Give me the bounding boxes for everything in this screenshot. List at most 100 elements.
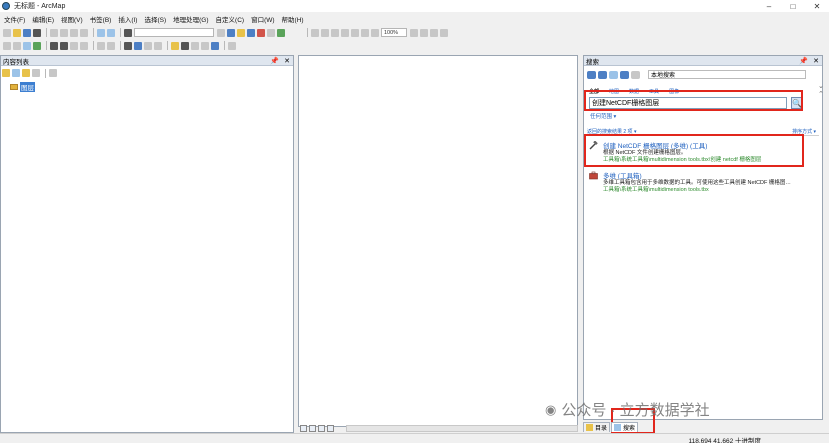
go-to-xy-icon[interactable] [201,41,209,50]
fixed-zoom-out-icon[interactable] [60,41,68,50]
paste-icon[interactable] [70,28,78,37]
clear-selection-icon[interactable] [107,41,115,50]
menu-insert[interactable]: 插入(I) [118,14,137,24]
python-window-icon[interactable] [267,28,275,37]
layout-zoom-in-icon[interactable] [311,28,319,37]
layout-full-extent-icon[interactable] [341,28,349,37]
menu-view[interactable]: 视图(V) [61,14,83,24]
editor-toolbar-icon[interactable] [217,28,225,37]
find-route-icon[interactable] [191,41,199,50]
next-extent-icon[interactable] [80,41,88,50]
fixed-zoom-in-icon[interactable] [50,41,58,50]
pause-drawing-icon[interactable] [327,424,334,432]
measure-icon[interactable] [171,41,179,50]
minimize-button[interactable]: – [757,0,781,12]
undo-icon[interactable] [97,28,105,37]
full-extent-icon[interactable] [33,41,41,50]
catalog-window-icon[interactable] [237,28,245,37]
search-options-icon[interactable] [631,70,640,79]
find-icon[interactable] [181,41,189,50]
scroll-up-icon[interactable]: ⌄ [818,82,826,90]
list-by-selection-icon[interactable] [32,69,40,77]
tab-search[interactable]: 搜索 [611,422,639,432]
layers-node[interactable]: 图层 [10,82,35,92]
pin-icon[interactable]: 📌 [270,57,279,65]
menu-selection[interactable]: 选择(S) [144,14,166,24]
list-by-source-icon[interactable] [12,69,20,77]
close-icon[interactable]: ✕ [813,57,819,65]
back-arrow-icon[interactable] [587,70,596,79]
horizontal-scrollbar[interactable] [346,424,578,432]
html-popup-icon[interactable] [154,41,162,50]
zoom-in-icon[interactable] [3,41,11,50]
close-button[interactable]: ✕ [805,0,829,12]
cut-icon[interactable] [50,28,58,37]
arcmap-app-icon [2,2,10,10]
zoom-out-icon[interactable] [13,41,21,50]
refresh-icon[interactable] [620,70,629,79]
layout-pan-icon[interactable] [331,28,339,37]
scope-link[interactable]: 任何范围 ▾ [590,112,616,120]
list-by-visibility-icon[interactable] [22,69,30,77]
tab-catalog[interactable]: 目录 [583,422,611,432]
menu-file[interactable]: 文件(F) [4,14,25,24]
delete-icon[interactable] [80,28,88,37]
layout-fixed-zoom-icon[interactable] [351,28,359,37]
toc-options-icon[interactable] [49,69,57,77]
menu-edit[interactable]: 编辑(E) [32,14,54,24]
scroll-up-arrow-icon[interactable]: ⌃ [818,90,826,98]
menu-help[interactable]: 帮助(H) [282,14,304,24]
layers-folder-icon [10,84,18,90]
menu-windows[interactable]: 窗口(W) [251,14,274,24]
print-icon[interactable] [33,28,41,37]
data-view-icon[interactable] [300,424,307,432]
menu-geoprocessing[interactable]: 地理处理(G) [173,14,208,24]
layout-zoom-out-icon[interactable] [321,28,329,37]
layout-view-icon[interactable] [309,424,316,432]
arctoolbox-icon[interactable] [257,28,265,37]
toolbar-separator [46,28,47,37]
list-by-drawing-order-icon[interactable] [2,69,10,77]
previous-extent-icon[interactable] [70,41,78,50]
search-window-icon[interactable] [247,28,255,37]
hyperlink-icon[interactable] [144,41,152,50]
new-document-icon[interactable] [3,28,11,37]
open-folder-icon[interactable] [13,28,21,37]
select-elements-icon[interactable] [124,41,132,50]
catalog-icon [586,424,593,431]
save-icon[interactable] [23,28,31,37]
add-data-icon[interactable] [124,28,132,37]
create-viewer-icon[interactable] [228,41,236,50]
data-driven-pages-icon[interactable] [440,28,448,37]
copy-icon[interactable] [60,28,68,37]
local-search-combo[interactable]: 本地搜索 [648,70,806,79]
toc-window-icon[interactable] [227,28,235,37]
select-features-icon[interactable] [97,41,105,50]
search-vertical-scrollbar[interactable]: ⌄ ⌃ [818,82,826,412]
pin-icon[interactable]: 📌 [799,57,808,65]
toolbox-icon [589,171,598,180]
map-scale-combo[interactable] [134,28,214,37]
layout-zoom-combo[interactable]: 100% [381,28,407,37]
pan-icon[interactable] [23,41,31,50]
search-result-item[interactable]: 多维 (工具箱) 多维工具箱包含用于多维数据的工具。可使用这些工具创建 NetC… [589,170,821,196]
identify-icon[interactable] [134,41,142,50]
layout-forward-icon[interactable] [371,28,379,37]
layout-back-icon[interactable] [361,28,369,37]
maximize-button[interactable]: □ [781,0,805,12]
map-view[interactable] [298,55,578,427]
forward-arrow-icon[interactable] [598,70,607,79]
menu-customize[interactable]: 自定义(C) [216,14,245,24]
close-icon[interactable]: ✕ [284,57,290,65]
layers-label[interactable]: 图层 [20,82,35,92]
focus-data-frame-icon[interactable] [420,28,428,37]
draft-mode-icon[interactable] [410,28,418,37]
toolbar-separator [120,28,121,37]
refresh-view-icon[interactable] [318,424,325,432]
redo-icon[interactable] [107,28,115,37]
modelbuilder-icon[interactable] [277,28,285,37]
menu-bookmarks[interactable]: 书签(B) [90,14,112,24]
time-slider-icon[interactable] [211,41,219,50]
home-icon[interactable] [609,70,618,79]
change-layout-icon[interactable] [430,28,438,37]
